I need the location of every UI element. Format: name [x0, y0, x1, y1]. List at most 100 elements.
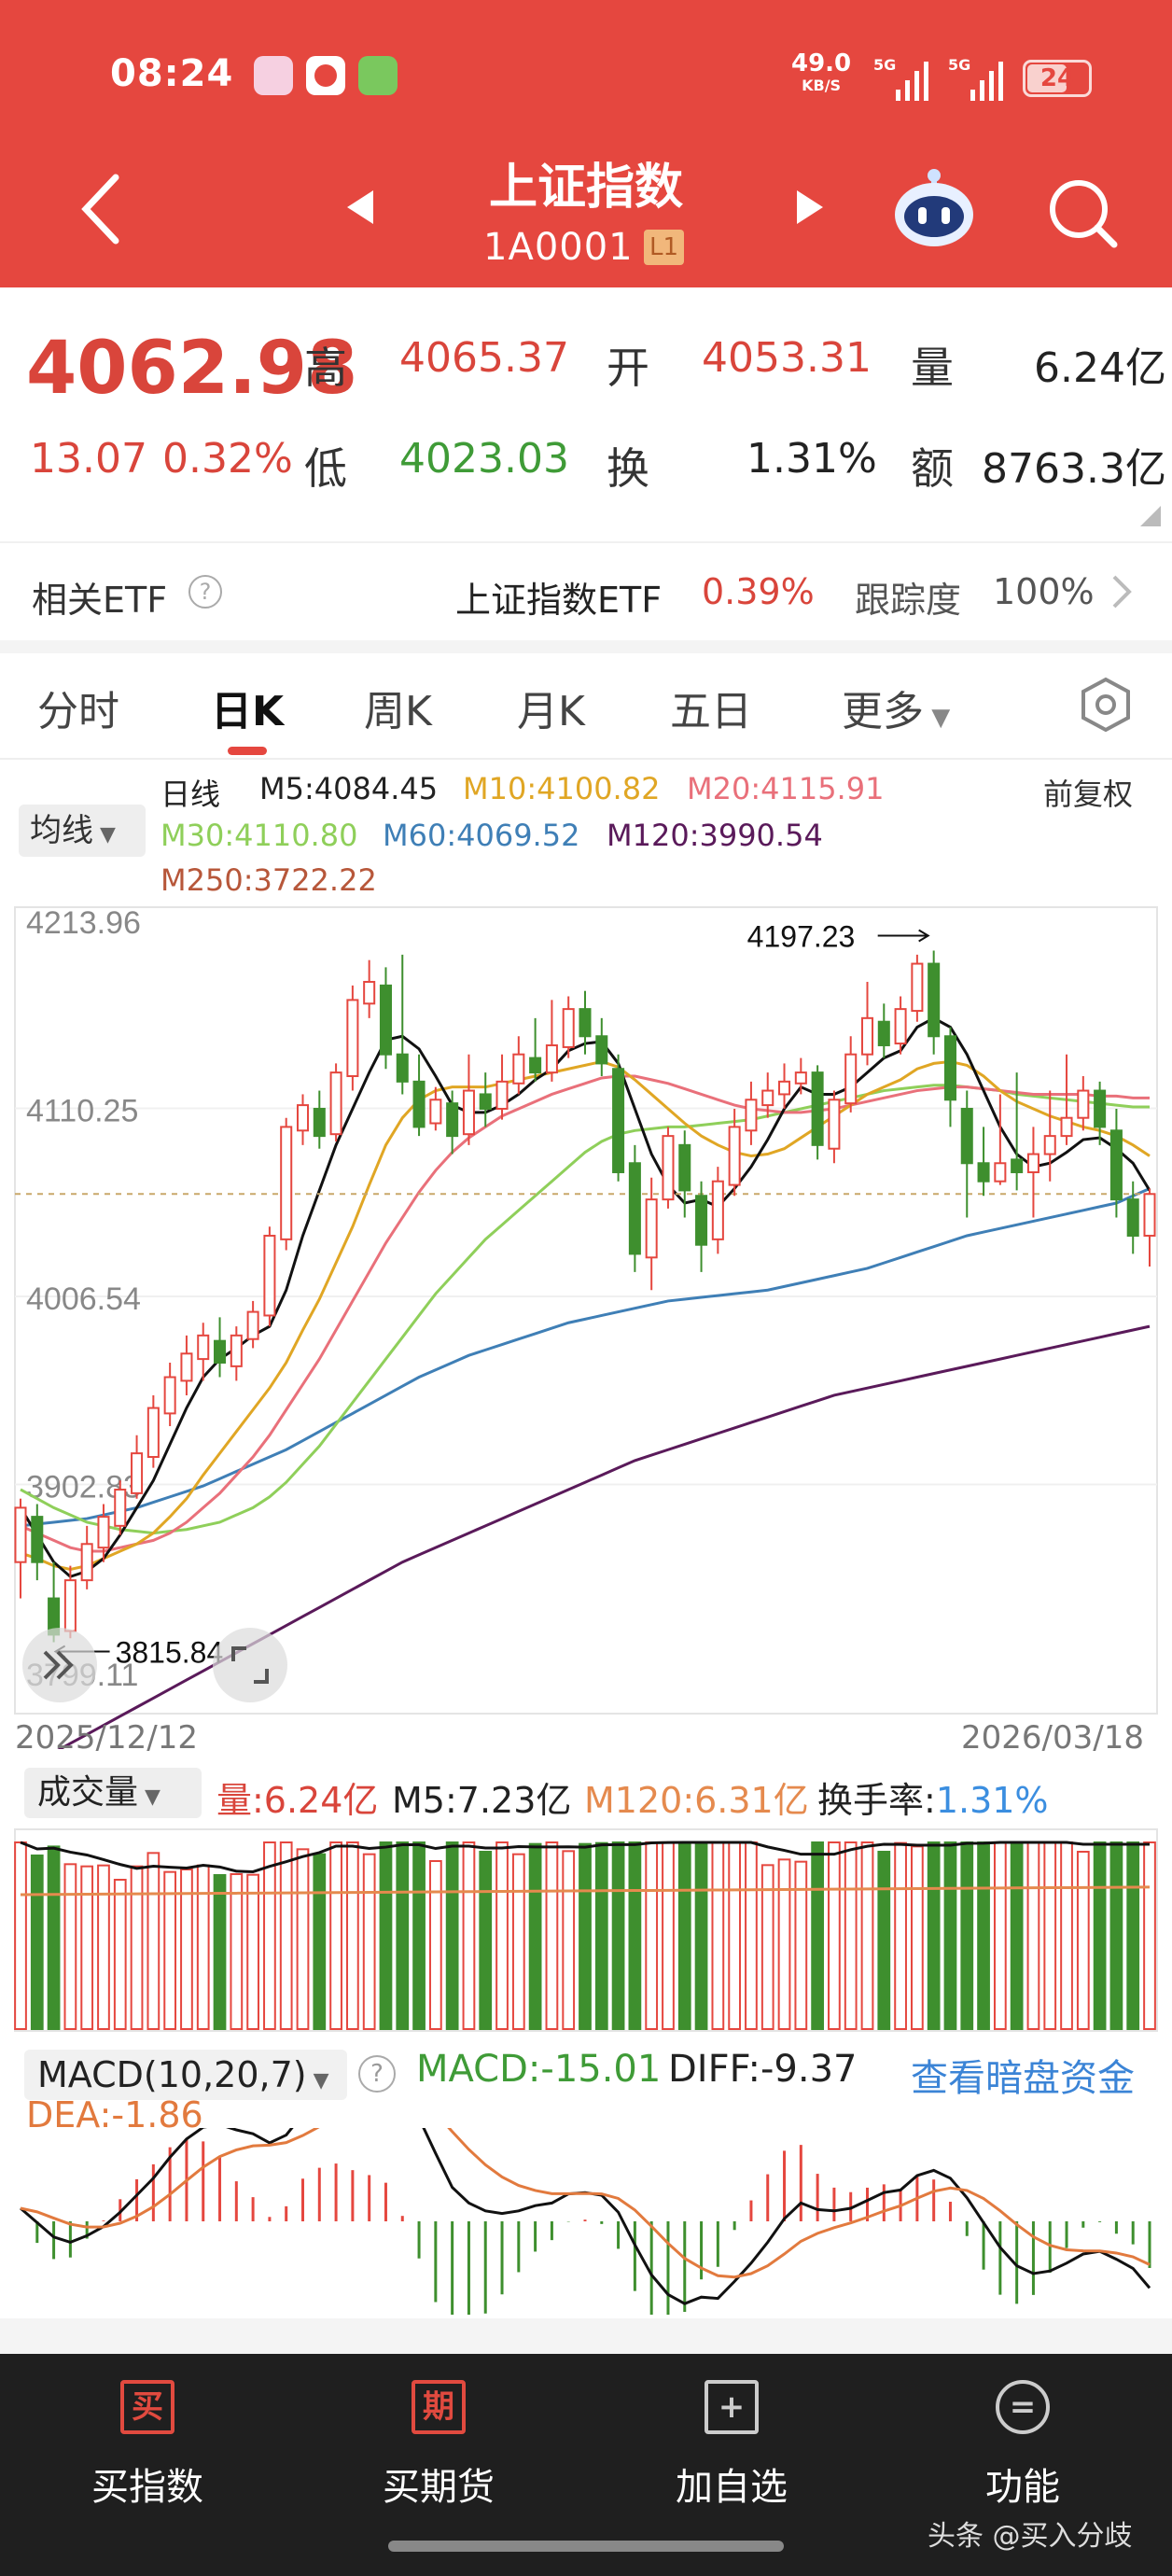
tab-weekly-k[interactable]: 周K: [364, 678, 432, 737]
candle-body: [877, 1020, 890, 1046]
volume-bar: [611, 1841, 625, 2030]
watermark: 头条 @买入分歧: [928, 2520, 1133, 2553]
legend-m30: M30:4110.80: [160, 818, 358, 853]
volume-bar: [645, 1841, 659, 2030]
candle-body: [479, 1093, 492, 1110]
volume-bar: [894, 1841, 907, 2030]
candle-body: [97, 1516, 110, 1549]
next-index-icon[interactable]: [795, 189, 825, 226]
prev-index-icon[interactable]: [345, 189, 375, 226]
volume-bar: [495, 1841, 509, 2030]
volume-bar: [694, 1841, 708, 2030]
candle-body: [512, 1053, 525, 1085]
volume-bar: [993, 1841, 1007, 2030]
volume-bar: [927, 1841, 941, 2030]
macd-chart[interactable]: [0, 2128, 1172, 2315]
candle-body: [246, 1310, 259, 1340]
nav-functions[interactable]: = 功能: [939, 2380, 1107, 2511]
legend-m10: M10:4100.82: [463, 771, 661, 806]
volume-bar: [445, 1841, 459, 2030]
app-root: 08:24 49.0 KB/S 5G 5G 24 上证指数 1A0001 L1 4…: [0, 0, 1172, 2576]
candle-body: [14, 1506, 27, 1563]
volume-value: 6.24亿: [1034, 344, 1166, 392]
candle-body: [794, 1071, 807, 1085]
back-icon[interactable]: [78, 172, 125, 246]
candle-body: [396, 1053, 409, 1083]
related-etf-row[interactable]: 相关ETF ? 上证指数ETF 0.39% 跟踪度 100%: [0, 543, 1172, 640]
candle-body: [928, 962, 941, 1038]
volume-bar: [1026, 1841, 1040, 2030]
volume-bar: [728, 1841, 742, 2030]
tab-more[interactable]: 更多 ▼: [842, 678, 950, 737]
battery-icon: 24: [1023, 60, 1092, 97]
kline-kind: 日线: [160, 777, 221, 812]
candle-body: [63, 1579, 77, 1632]
candle-body: [1077, 1089, 1090, 1119]
ma-dropdown[interactable]: 均线 ▼: [19, 805, 146, 857]
tab-daily-k[interactable]: 日K: [211, 678, 284, 737]
candle-body: [329, 1071, 342, 1136]
low-value: 4023.03: [399, 435, 569, 483]
nav-buy-futures[interactable]: 期买期货: [355, 2380, 523, 2511]
turnover-label: 换: [607, 443, 649, 494]
volume-bar: [412, 1841, 426, 2030]
volume-bar: [479, 1851, 493, 2030]
nav-buy-index[interactable]: 买买指数: [63, 2380, 231, 2511]
candle-body: [1043, 1135, 1056, 1155]
chat-notification-icon: [358, 56, 398, 95]
candle-body: [363, 980, 376, 1005]
tab-monthly-k[interactable]: 月K: [517, 678, 585, 737]
network-speed: 49.0 KB/S: [791, 49, 852, 94]
search-icon[interactable]: [1045, 175, 1120, 250]
volume-bar: [960, 1841, 974, 2030]
volume-bar: [47, 1845, 61, 2031]
tab-timeshare[interactable]: 分时: [37, 678, 119, 737]
volume-bar: [579, 1842, 592, 2030]
settings-hex-icon[interactable]: [1077, 676, 1135, 734]
macd-value: MACD:-15.01: [416, 2048, 662, 2091]
turnover-rate: 换手率:1.31%: [817, 1780, 1049, 1821]
header-bar: 08:24 49.0 KB/S 5G 5G 24 上证指数 1A0001 L1: [0, 0, 1172, 287]
volume-bar: [30, 1855, 44, 2030]
candle-body: [1143, 1193, 1156, 1237]
robot-assistant-icon[interactable]: [892, 166, 976, 252]
candle-body: [778, 1080, 791, 1096]
app-notification-icon: [254, 56, 293, 95]
candle-body: [894, 1008, 907, 1045]
expand-corner-icon[interactable]: [1140, 506, 1161, 526]
vol-m5: M5:7.23亿: [392, 1780, 572, 1821]
low-mark-label: 3815.84: [116, 1635, 224, 1669]
home-indicator[interactable]: [388, 2541, 784, 2552]
volume-bar: [662, 1841, 675, 2030]
volume-bar: [1076, 1851, 1090, 2030]
price-change: 13.07: [30, 435, 147, 483]
volume-bar: [562, 1850, 576, 2031]
help-icon[interactable]: ?: [188, 575, 222, 609]
volume-bar: [943, 1841, 957, 2030]
volume-dropdown[interactable]: 成交量 ▼: [24, 1768, 202, 1818]
legend-m60: M60:4069.52: [383, 818, 580, 853]
track-label: 跟踪度: [855, 580, 962, 621]
candle-body: [1026, 1153, 1039, 1173]
kline-chart[interactable]: 4213.964110.254006.543902.833799.114197.…: [0, 900, 1172, 1749]
volume-bar: [1043, 1841, 1057, 2030]
candle-body: [1094, 1089, 1107, 1128]
macd-dropdown[interactable]: MACD(10,20,7) ▼: [24, 2050, 347, 2100]
dark-pool-link[interactable]: 查看暗盘资金: [911, 2048, 1135, 2102]
date-end: 2026/03/18: [961, 1719, 1144, 1757]
candle-body: [346, 999, 359, 1078]
candle-body: [263, 1234, 276, 1317]
volume-chart[interactable]: [0, 1827, 1172, 2035]
candle-body: [579, 1008, 592, 1038]
tab-five-day[interactable]: 五日: [670, 678, 752, 737]
fq-mode[interactable]: 前复权: [1043, 771, 1133, 814]
tab-underline: [228, 747, 267, 755]
candle-body: [695, 1195, 708, 1246]
volume-bar: [313, 1853, 327, 2030]
volume-bar: [860, 1841, 874, 2030]
nav-add-watchlist[interactable]: + 加自选: [648, 2380, 816, 2511]
legend-m5: M5:4084.45: [259, 771, 439, 806]
volume-bar: [1126, 1841, 1140, 2030]
macd-help-icon[interactable]: ?: [358, 2055, 396, 2093]
legend-m20: M20:4115.91: [687, 771, 885, 806]
